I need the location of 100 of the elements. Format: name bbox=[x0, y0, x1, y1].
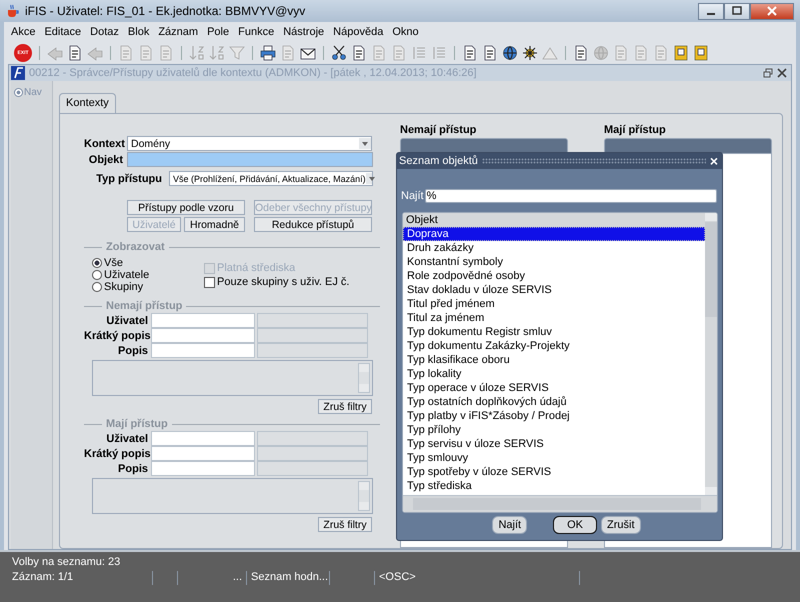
printer-icon[interactable] bbox=[260, 45, 276, 61]
list-item[interactable]: Typ dokumentu Registr smluv bbox=[403, 325, 705, 339]
field-label: Popis bbox=[117, 344, 148, 356]
list-item[interactable]: Role zodpovědné osoby bbox=[403, 269, 705, 283]
status-field: Seznam hodn... bbox=[247, 571, 330, 585]
dialog-button[interactable]: Zrušit bbox=[601, 516, 641, 534]
tab[interactable]: Kontexty bbox=[59, 93, 116, 113]
pattern-access-button[interactable]: Přístupy podle vzoru bbox=[127, 200, 245, 215]
menu-item[interactable]: Záznam bbox=[157, 25, 200, 39]
dialog-title: Seznam objektů bbox=[399, 155, 478, 167]
field-label: Krátký popis bbox=[84, 448, 148, 460]
context-dropdown[interactable]: Domény bbox=[127, 136, 372, 151]
filter-field[interactable] bbox=[151, 328, 255, 343]
list-item[interactable]: Druh zakázky bbox=[403, 241, 705, 255]
list-item[interactable]: Typ dokumentu Zakázky-Projekty bbox=[403, 339, 705, 353]
text-area[interactable] bbox=[92, 360, 373, 396]
scrollbar[interactable] bbox=[358, 481, 370, 511]
radio-option[interactable]: Uživatele bbox=[92, 269, 204, 281]
document-icon[interactable] bbox=[351, 45, 367, 61]
group-title: Zobrazovat bbox=[106, 241, 165, 253]
list-title: Nemají přístup bbox=[400, 124, 478, 138]
menu-item[interactable]: Akce bbox=[10, 25, 36, 39]
clear-filters-button[interactable]: Zruš filtry bbox=[318, 517, 372, 532]
object-field[interactable] bbox=[127, 152, 373, 167]
checkbox-option[interactable]: Pouze skupiny s uživ. EJ č. bbox=[204, 276, 350, 288]
coffee-cup-icon bbox=[6, 4, 20, 18]
close-icon bbox=[767, 6, 777, 16]
menu-item[interactable]: Funkce bbox=[237, 25, 276, 39]
field-label: Typ přístupu bbox=[95, 172, 162, 184]
text-area[interactable] bbox=[92, 478, 373, 514]
list-item[interactable]: Typ operace v úloze SERVIS bbox=[403, 381, 705, 395]
list-title: Mají přístup bbox=[604, 124, 667, 138]
field-label: Objekt bbox=[88, 154, 123, 166]
field-label: Krátký popis bbox=[84, 330, 148, 342]
close-icon[interactable] bbox=[777, 68, 787, 78]
close-button[interactable]: × bbox=[710, 154, 718, 168]
radio-option[interactable]: Vše bbox=[92, 257, 204, 269]
close-button[interactable] bbox=[750, 2, 794, 20]
list-item[interactable]: Titul za jménem bbox=[403, 311, 705, 325]
scrollbar[interactable] bbox=[358, 363, 370, 393]
list-item[interactable]: Typ ostatních doplňkových údajů bbox=[403, 395, 705, 409]
list-item[interactable]: Typ platby v iFIS*Zásoby / Prodej bbox=[403, 409, 705, 423]
field-label: Uživatel bbox=[105, 432, 148, 444]
field-label: Popis bbox=[117, 462, 148, 474]
menu-item[interactable]: Nástroje bbox=[282, 25, 326, 39]
document-icon[interactable] bbox=[462, 45, 478, 61]
vertical-scrollbar[interactable] bbox=[705, 213, 717, 495]
search-field[interactable]: % bbox=[424, 189, 717, 203]
list-item[interactable]: Typ servisu v úloze SERVIS bbox=[403, 437, 705, 451]
filter-field[interactable] bbox=[151, 313, 255, 328]
clear-filters-button[interactable]: Zruš filtry bbox=[318, 399, 372, 414]
field-label: Kontext bbox=[84, 138, 123, 150]
filter-field[interactable] bbox=[151, 446, 255, 461]
group-title: Nemají přístup bbox=[106, 300, 182, 312]
radio-option[interactable]: Skupiny bbox=[92, 281, 204, 293]
minimize-button[interactable] bbox=[698, 2, 724, 20]
column-header: Objekt bbox=[403, 213, 705, 227]
document-icon[interactable] bbox=[573, 45, 589, 61]
form-window-title: 00212 - Správce/Přístupy uživatelů dle kontextu (ADMKON) - [pátek , 12.04.2013; 10:46:26] bbox=[29, 67, 478, 79]
filter-field[interactable] bbox=[151, 343, 255, 358]
filter-field[interactable] bbox=[151, 461, 255, 476]
horizontal-scrollbar[interactable] bbox=[403, 495, 717, 512]
list-item[interactable]: Typ spotřeby v úloze SERVIS bbox=[403, 465, 705, 479]
list-item[interactable]: Stav dokladu v úloze SERVIS bbox=[403, 283, 705, 297]
document-icon[interactable] bbox=[67, 45, 83, 61]
globe-icon[interactable] bbox=[502, 45, 518, 61]
list-item[interactable]: Konstantní symboly bbox=[403, 255, 705, 269]
document-icon[interactable] bbox=[482, 45, 498, 61]
menu-item[interactable]: Okno bbox=[391, 25, 420, 39]
menu-item[interactable]: Blok bbox=[126, 25, 150, 39]
access-type-dropdown[interactable]: Vše (Prohlížení, Přidávání, Aktualizace, Mazání) bbox=[169, 171, 373, 186]
field-label: Najít bbox=[401, 190, 424, 202]
minimize-icon bbox=[707, 13, 715, 15]
list-item[interactable]: Typ lokality bbox=[403, 367, 705, 381]
dialog-button[interactable]: OK bbox=[553, 516, 598, 534]
list-item[interactable]: Titul před jménem bbox=[403, 297, 705, 311]
window-title: iFIS - Uživatel: FIS_01 - Ek.jednotka: BBMVYV@vyv bbox=[25, 4, 306, 18]
list-item[interactable]: Typ přílohy bbox=[403, 423, 705, 437]
list-item[interactable]: Doprava bbox=[403, 227, 705, 241]
menu-item[interactable]: Editace bbox=[43, 25, 82, 39]
restore-icon[interactable] bbox=[763, 68, 773, 78]
maximize-icon bbox=[732, 6, 742, 16]
menu-item[interactable]: Dotaz bbox=[89, 25, 120, 39]
status-field: Záznam: 1/1 bbox=[8, 571, 153, 585]
status-field: ... bbox=[178, 571, 247, 585]
bulk-button[interactable]: Hromadně bbox=[184, 217, 245, 232]
group-title: Mají přístup bbox=[106, 418, 168, 430]
maximize-button[interactable] bbox=[724, 2, 750, 20]
list-item[interactable]: Typ smlouvy bbox=[403, 451, 705, 465]
list-item[interactable]: Typ klasifikace oboru bbox=[403, 353, 705, 367]
field-label: Uživatel bbox=[105, 314, 148, 326]
logo-icon bbox=[11, 66, 25, 80]
menu-item[interactable]: Pole bbox=[206, 25, 230, 39]
filter-field[interactable] bbox=[151, 431, 255, 446]
list-item[interactable]: Typ střediska bbox=[403, 479, 705, 493]
reduce-access-button[interactable]: Redukce přístupů bbox=[254, 217, 372, 232]
scissors-icon[interactable] bbox=[331, 45, 347, 61]
menu-item[interactable]: Nápověda bbox=[332, 25, 384, 39]
status-message: Volby na seznamu: 23 bbox=[12, 556, 120, 568]
dialog-button[interactable]: Najít bbox=[492, 516, 528, 534]
